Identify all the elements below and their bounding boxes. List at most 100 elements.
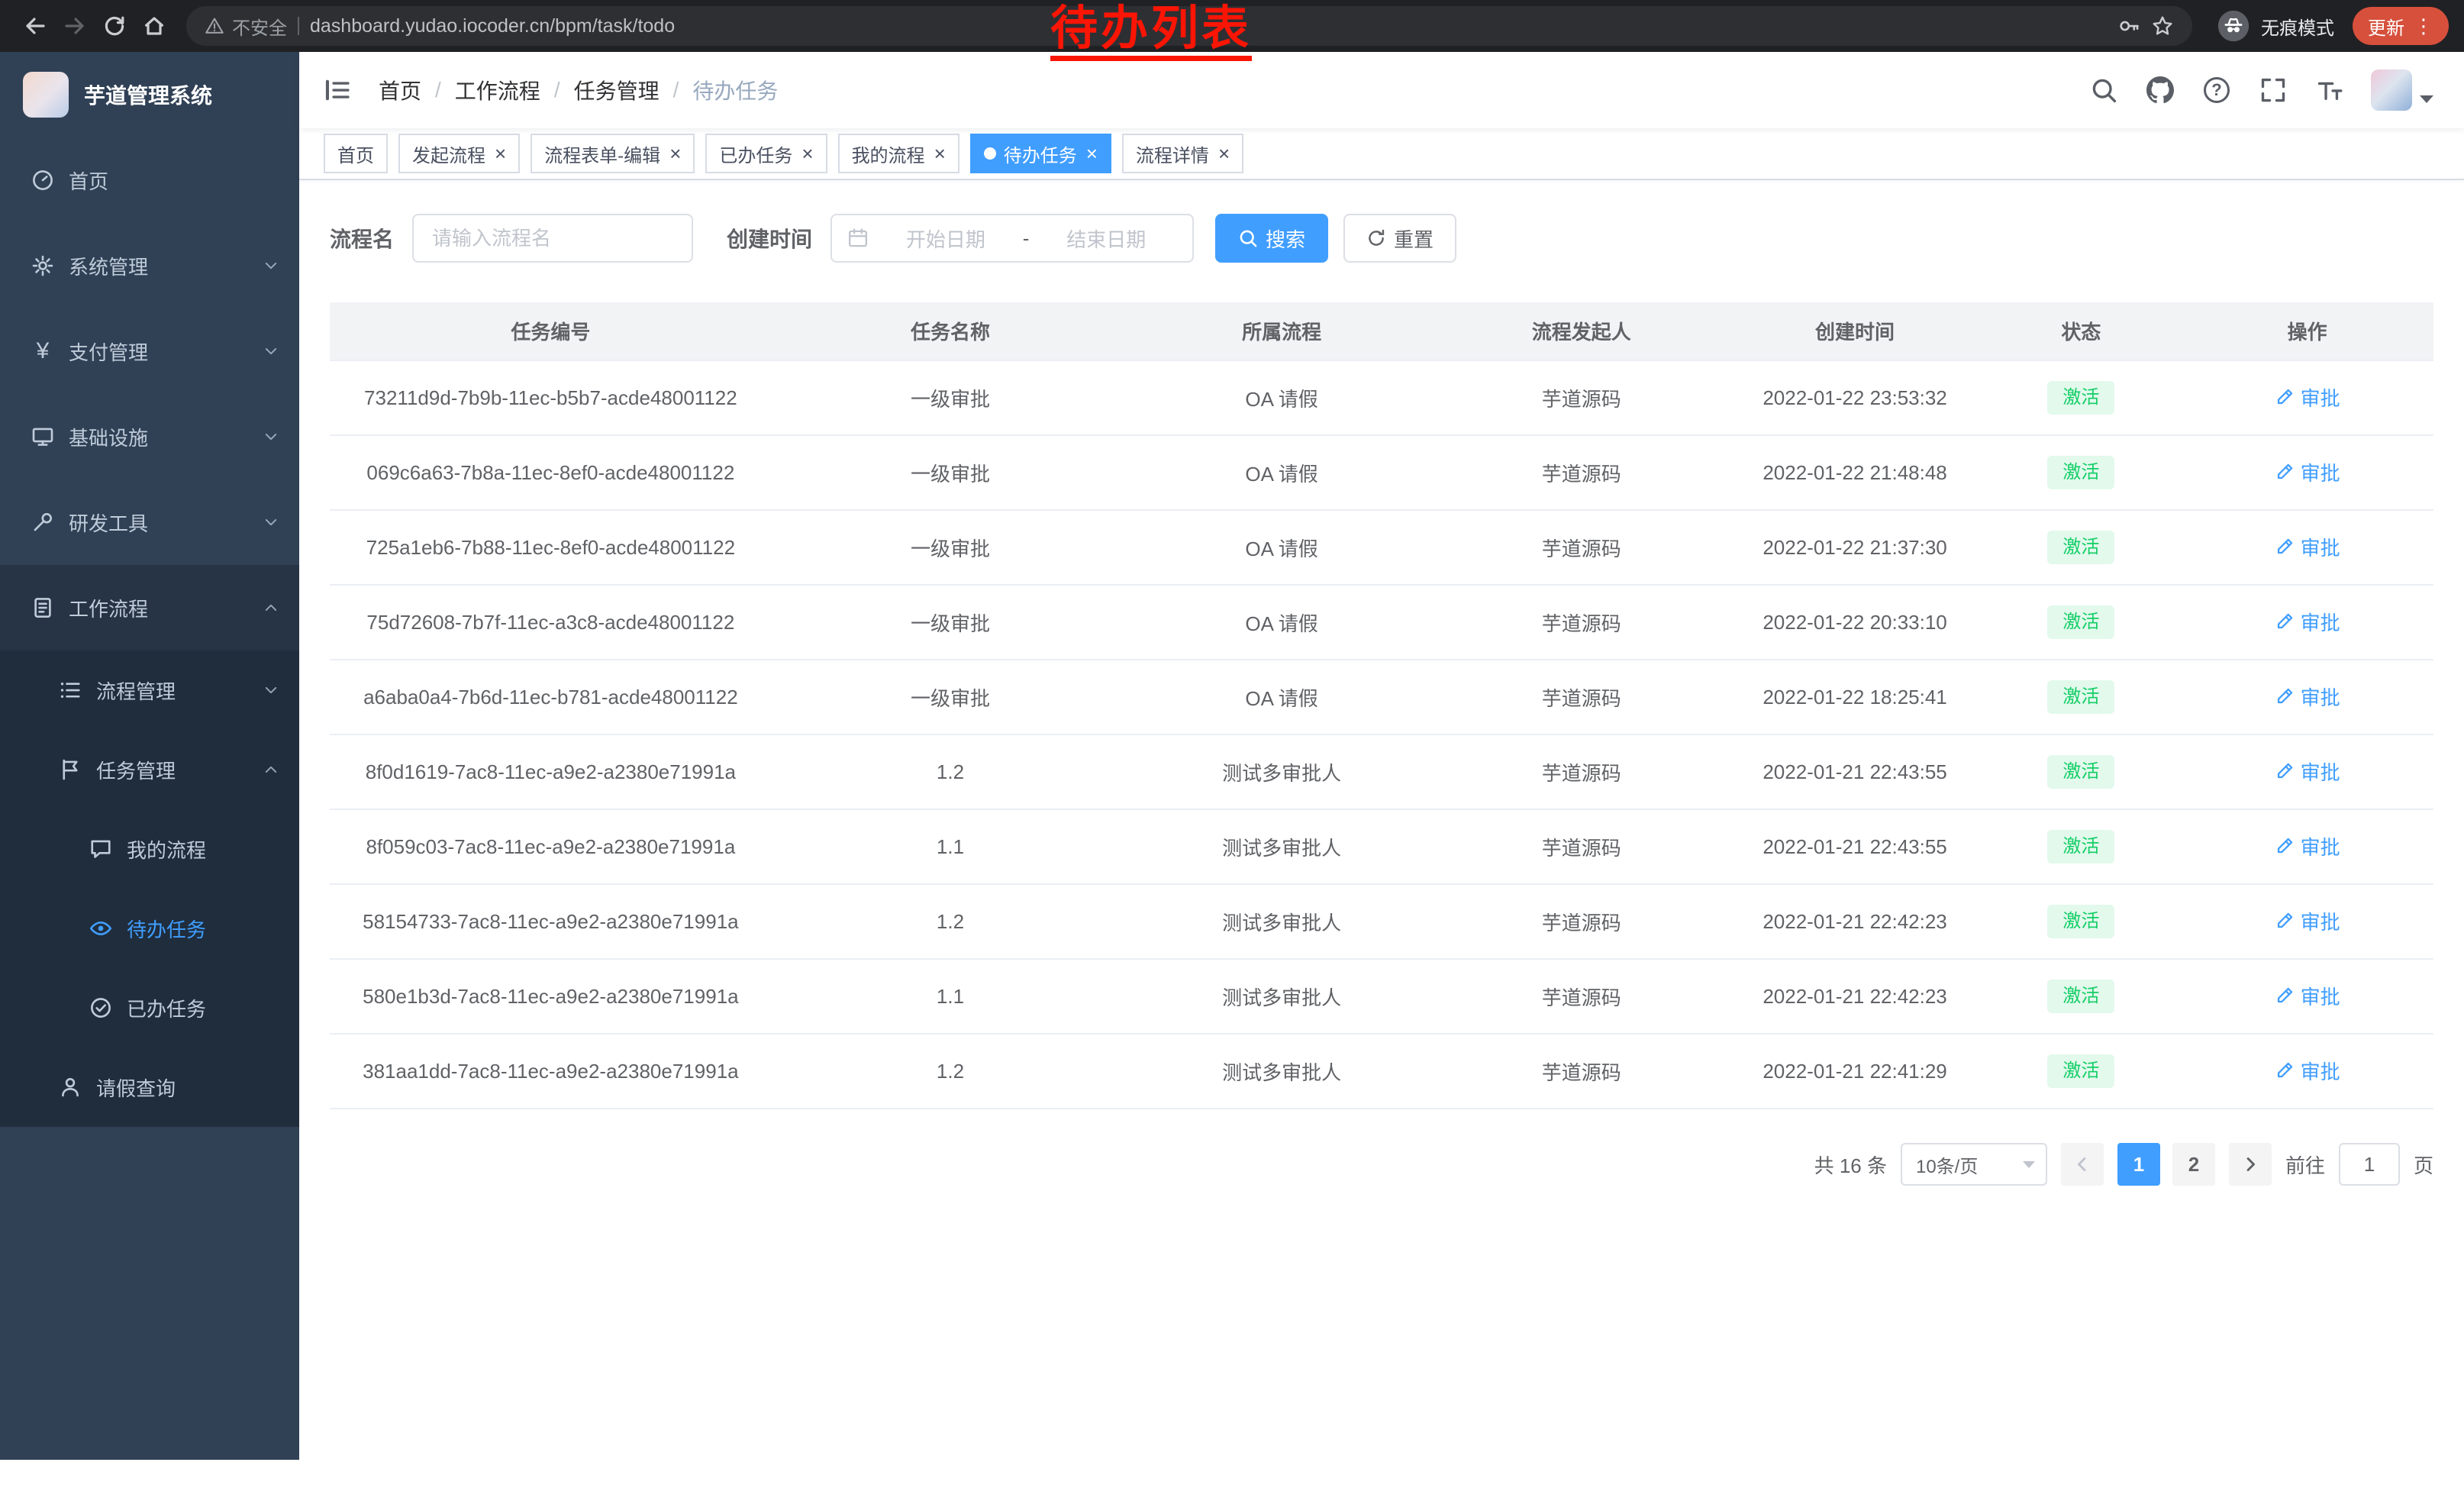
page-button-1[interactable]: 1 (2117, 1143, 2160, 1186)
sidebar-item-my-process[interactable]: 我的流程 (0, 809, 299, 889)
approve-link[interactable]: 审批 (2275, 683, 2340, 711)
table-row: 381aa1dd-7ac8-11ec-a9e2-a2380e71991a1.2测… (330, 1034, 2433, 1109)
approve-link[interactable]: 审批 (2275, 533, 2340, 561)
approve-link[interactable]: 审批 (2275, 608, 2340, 636)
chevron-down-icon (263, 343, 279, 360)
cell-starter: 芋道源码 (1434, 1034, 1729, 1109)
status-badge: 激活 (2047, 680, 2114, 713)
approve-label: 审批 (2301, 608, 2340, 636)
tab-start-process[interactable]: 发起流程× (398, 134, 520, 173)
edit-icon (2275, 537, 2295, 557)
pagination: 共 16 条 10条/页 12 前往 页 (330, 1143, 2433, 1186)
cell-status: 激活 (1981, 1034, 2181, 1109)
approve-link[interactable]: 审批 (2275, 907, 2340, 935)
approve-label: 审批 (2301, 907, 2340, 935)
sidebar-item-todo-task[interactable]: 待办任务 (0, 889, 299, 968)
approve-link[interactable]: 审批 (2275, 982, 2340, 1010)
approve-link[interactable]: 审批 (2275, 832, 2340, 860)
goto-page-input[interactable] (2339, 1143, 2400, 1186)
close-icon[interactable]: × (1218, 144, 1230, 163)
status-badge: 激活 (2047, 905, 2114, 938)
tab-done-task[interactable]: 已办任务× (705, 134, 827, 173)
sidebar-item-workflow[interactable]: 工作流程 (0, 565, 299, 650)
close-icon[interactable]: × (934, 144, 946, 163)
end-date-placeholder: 结束日期 (1035, 224, 1177, 253)
approve-label: 审批 (2301, 383, 2340, 412)
update-button[interactable]: 更新 ⋮ (2353, 7, 2449, 45)
tab-todo-task[interactable]: 待办任务× (970, 134, 1111, 173)
process-name-input[interactable] (412, 214, 693, 263)
status-badge: 激活 (2047, 830, 2114, 863)
check-icon (89, 996, 113, 1020)
close-icon[interactable]: × (1086, 144, 1098, 163)
font-size-icon[interactable] (2314, 75, 2345, 105)
close-icon[interactable]: × (669, 144, 681, 163)
user-menu[interactable] (2371, 69, 2433, 111)
column-header: 任务编号 (330, 302, 772, 360)
incognito-icon (2217, 9, 2250, 43)
reset-button[interactable]: 重置 (1343, 214, 1456, 263)
sidebar-item-process-manage[interactable]: 流程管理 (0, 650, 299, 730)
browser-forward-button[interactable] (55, 6, 95, 46)
column-header: 操作 (2181, 302, 2433, 360)
sidebar-item-label: 工作流程 (69, 594, 148, 622)
prev-page-button[interactable] (2061, 1143, 2104, 1186)
cell-process: OA 请假 (1129, 585, 1434, 660)
cell-id: a6aba0a4-7b6d-11ec-b781-acde48001122 (330, 660, 772, 734)
browser-back-button[interactable] (15, 6, 55, 46)
tab-form-edit[interactable]: 流程表单-编辑 × (531, 134, 695, 173)
cell-action: 审批 (2181, 809, 2433, 884)
github-icon[interactable] (2145, 75, 2175, 105)
page-button-2[interactable]: 2 (2172, 1143, 2215, 1186)
sidebar-item-home[interactable]: 首页 (0, 137, 299, 223)
cell-name: 一级审批 (772, 435, 1130, 510)
approve-link[interactable]: 审批 (2275, 458, 2340, 486)
sidebar-item-payment[interactable]: ¥支付管理 (0, 308, 299, 394)
sidebar-item-leave-query[interactable]: 请假查询 (0, 1047, 299, 1127)
sidebar-item-system[interactable]: 系统管理 (0, 223, 299, 308)
tab-home[interactable]: 首页 (324, 134, 388, 173)
sidebar-item-infra[interactable]: 基础设施 (0, 394, 299, 479)
page-size-select[interactable]: 10条/页 (1901, 1143, 2047, 1186)
cell-action: 审批 (2181, 360, 2433, 435)
sidebar-item-label: 流程管理 (96, 676, 176, 705)
fullscreen-icon[interactable] (2258, 75, 2288, 105)
top-navbar: 首页/工作流程/任务管理/待办任务 ? (299, 52, 2464, 128)
cell-process: OA 请假 (1129, 510, 1434, 585)
help-icon[interactable]: ? (2201, 75, 2232, 105)
clipboard-icon (31, 596, 55, 620)
browser-refresh-button[interactable] (95, 6, 134, 46)
approve-link[interactable]: 审批 (2275, 1057, 2340, 1085)
close-icon[interactable]: × (495, 144, 506, 163)
sidebar-item-devtools[interactable]: 研发工具 (0, 479, 299, 565)
search-icon[interactable] (2088, 75, 2119, 105)
bookmark-star-icon[interactable] (2151, 15, 2174, 37)
breadcrumb-item[interactable]: 工作流程 (455, 75, 540, 105)
tab-process-detail[interactable]: 流程详情× (1122, 134, 1243, 173)
cell-name: 1.2 (772, 884, 1130, 959)
cell-id: 580e1b3d-7ac8-11ec-a9e2-a2380e71991a (330, 959, 772, 1034)
tab-my-process[interactable]: 我的流程× (838, 134, 959, 173)
breadcrumb-item[interactable]: 任务管理 (574, 75, 660, 105)
sidebar-collapse-button[interactable] (321, 73, 354, 107)
sidebar-item-task-manage[interactable]: 任务管理 (0, 730, 299, 809)
column-header: 所属流程 (1129, 302, 1434, 360)
next-page-button[interactable] (2229, 1143, 2272, 1186)
browser-home-button[interactable] (134, 6, 174, 46)
date-range-picker[interactable]: 开始日期 - 结束日期 (830, 214, 1194, 263)
tab-label: 流程表单-编辑 (544, 140, 660, 167)
breadcrumb-item[interactable]: 首页 (379, 75, 421, 105)
approve-link[interactable]: 审批 (2275, 757, 2340, 786)
breadcrumb-item: 待办任务 (692, 75, 778, 105)
approve-label: 审批 (2301, 683, 2340, 711)
cell-name: 一级审批 (772, 660, 1130, 734)
key-icon[interactable] (2117, 15, 2140, 37)
search-button[interactable]: 搜索 (1215, 214, 1328, 263)
menu-dots-icon[interactable]: ⋮ (2414, 15, 2433, 38)
tab-label: 首页 (337, 140, 374, 167)
close-icon[interactable]: × (801, 144, 813, 163)
cell-name: 一级审批 (772, 510, 1130, 585)
app-logo[interactable]: 芋道管理系统 (0, 52, 299, 137)
sidebar-item-done-task[interactable]: 已办任务 (0, 968, 299, 1047)
approve-link[interactable]: 审批 (2275, 383, 2340, 412)
